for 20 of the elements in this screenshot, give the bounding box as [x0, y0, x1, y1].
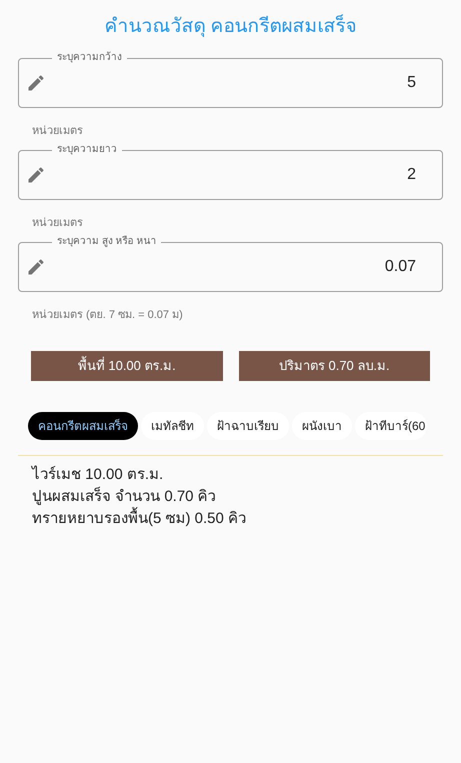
category-chip[interactable]: เมทัลชีท [141, 412, 204, 440]
category-chip[interactable]: ฝ้าทีบาร์(60 [355, 412, 428, 440]
detail-line: ทรายหยาบรองพื้น(5 ซม) 0.50 คิว [32, 508, 429, 530]
pencil-icon [26, 257, 46, 277]
category-chip[interactable]: ผนังเบา [292, 412, 352, 440]
field-label: ระบุความกว้าง [52, 52, 127, 64]
field-label: ระบุความยาว [52, 144, 122, 156]
category-chip[interactable]: ฝ้าฉาบเรียบ [207, 412, 289, 440]
pencil-icon [26, 165, 46, 185]
page-title: คำนวณวัสดุ คอนกรีตผสมเสร็จ [104, 14, 357, 39]
detail-line: ไวร์เมช 10.00 ตร.ม. [32, 464, 164, 485]
field-label: ระบุความ สูง หรือ หนา [52, 236, 162, 248]
helper-text: หน่วยเมตร [32, 217, 83, 229]
helper-text: หน่วยเมตร [32, 125, 83, 137]
result-bar: พื้นที่ 10.00 ตร.ม. [31, 351, 222, 381]
category-chip[interactable]: คอนกรีตผสมเสร็จ [28, 412, 138, 440]
result-bar: ปริมาตร 0.70 ลบ.ม. [238, 351, 430, 381]
detail-line: ปูนผสมเสร็จ จำนวน 0.70 คิว [32, 486, 217, 507]
pencil-icon [26, 73, 46, 93]
helper-text: หน่วยเมตร (ตย. 7 ซม. = 0.07 ม) [32, 309, 183, 321]
